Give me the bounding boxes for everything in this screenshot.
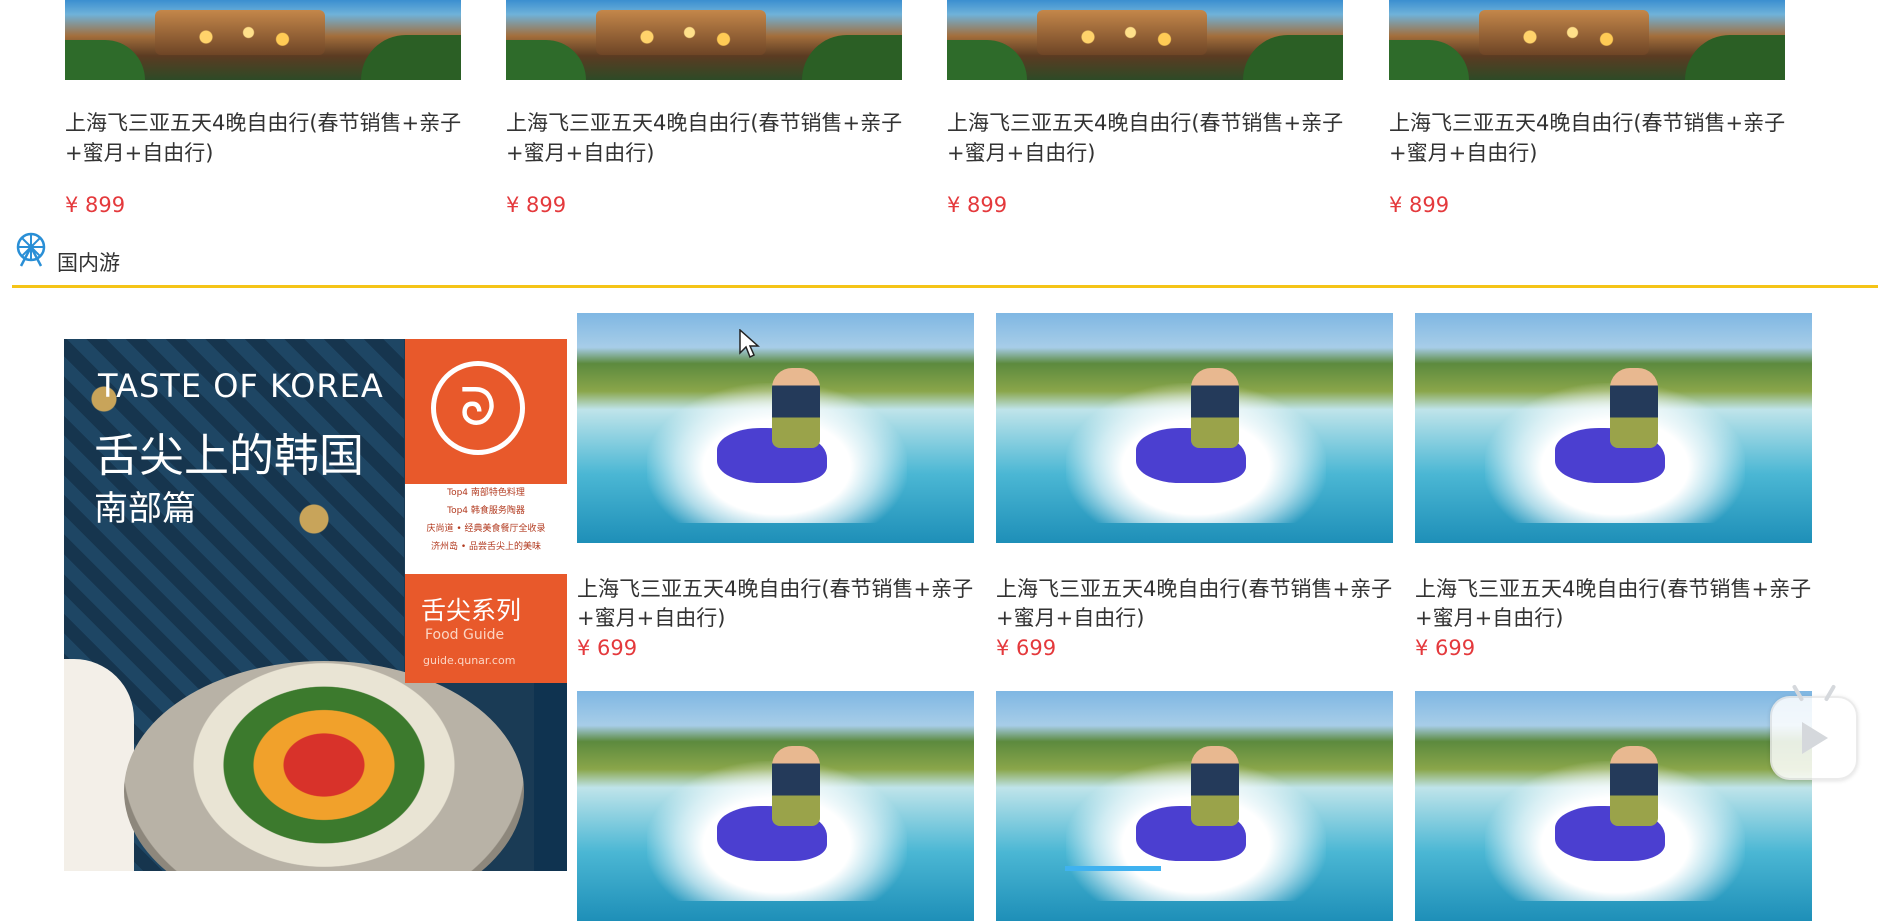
product-title[interactable]: 上海飞三亚五天4晚自由行(春节销售+亲子+蜜月+自由行) xyxy=(506,108,926,168)
product-title[interactable]: 上海飞三亚五天4晚自由行(春节销售+亲子+蜜月+自由行) xyxy=(947,108,1367,168)
banner-cn-subtitle: 南部篇 xyxy=(94,489,196,529)
dragon-logo-icon: ᘐ xyxy=(431,361,525,455)
section-divider xyxy=(12,285,1878,288)
banner-feature-item: 济州岛 • 品尝舌尖上的美味 xyxy=(430,542,542,552)
product-title[interactable]: 上海飞三亚五天4晚自由行(春节销售+亲子+蜜月+自由行) xyxy=(577,575,977,633)
banner-feature-item: Top4 南部特色料理 xyxy=(447,488,525,498)
video-play-button[interactable] xyxy=(1770,684,1858,780)
product-image[interactable] xyxy=(1415,691,1812,921)
mouse-cursor-icon xyxy=(739,329,760,359)
play-icon xyxy=(1802,722,1828,754)
product-image[interactable] xyxy=(996,313,1393,543)
korea-food-banner[interactable]: TASTE OF KOREA 舌尖上的韩国 南部篇 ᘐ Top4 南部特色料理 … xyxy=(64,339,567,871)
product-price: ¥ 699 xyxy=(996,636,1057,660)
product-image[interactable] xyxy=(1389,0,1785,80)
product-image[interactable] xyxy=(996,691,1393,921)
banner-url: guide.qunar.com xyxy=(423,654,516,667)
product-image[interactable] xyxy=(1415,313,1812,543)
product-price: ¥ 899 xyxy=(1389,193,1450,217)
banner-series-en: Food Guide xyxy=(425,627,505,643)
product-image[interactable] xyxy=(577,313,974,543)
product-title[interactable]: 上海飞三亚五天4晚自由行(春节销售+亲子+蜜月+自由行) xyxy=(1415,575,1815,633)
banner-feature-list: Top4 南部特色料理 Top4 韩食服务陶器 庆尚道 • 经典美食餐厅全收录 … xyxy=(405,484,567,574)
banner-en-title: TASTE OF KOREA xyxy=(98,367,384,405)
product-price: ¥ 899 xyxy=(65,193,126,217)
product-image[interactable] xyxy=(947,0,1343,80)
product-title[interactable]: 上海飞三亚五天4晚自由行(春节销售+亲子+蜜月+自由行) xyxy=(65,108,485,168)
banner-side-panel: ᘐ Top4 南部特色料理 Top4 韩食服务陶器 庆尚道 • 经典美食餐厅全收… xyxy=(405,339,567,683)
video-progress-indicator[interactable] xyxy=(1065,866,1161,871)
product-title[interactable]: 上海飞三亚五天4晚自由行(春节销售+亲子+蜜月+自由行) xyxy=(1389,108,1809,168)
banner-series: 舌尖系列 xyxy=(421,596,522,625)
ferris-wheel-icon xyxy=(16,232,46,267)
product-image[interactable] xyxy=(65,0,461,80)
banner-feature-item: 庆尚道 • 经典美食餐厅全收录 xyxy=(426,524,546,534)
banner-cn-title: 舌尖上的韩国 xyxy=(94,429,365,482)
product-image[interactable] xyxy=(577,691,974,921)
product-price: ¥ 899 xyxy=(506,193,567,217)
section-title: 国内游 xyxy=(57,251,120,275)
banner-feature-item: Top4 韩食服务陶器 xyxy=(447,506,525,516)
product-price: ¥ 699 xyxy=(577,636,638,660)
product-price: ¥ 699 xyxy=(1415,636,1476,660)
product-title[interactable]: 上海飞三亚五天4晚自由行(春节销售+亲子+蜜月+自由行) xyxy=(996,575,1396,633)
product-image[interactable] xyxy=(506,0,902,80)
product-price: ¥ 899 xyxy=(947,193,1008,217)
